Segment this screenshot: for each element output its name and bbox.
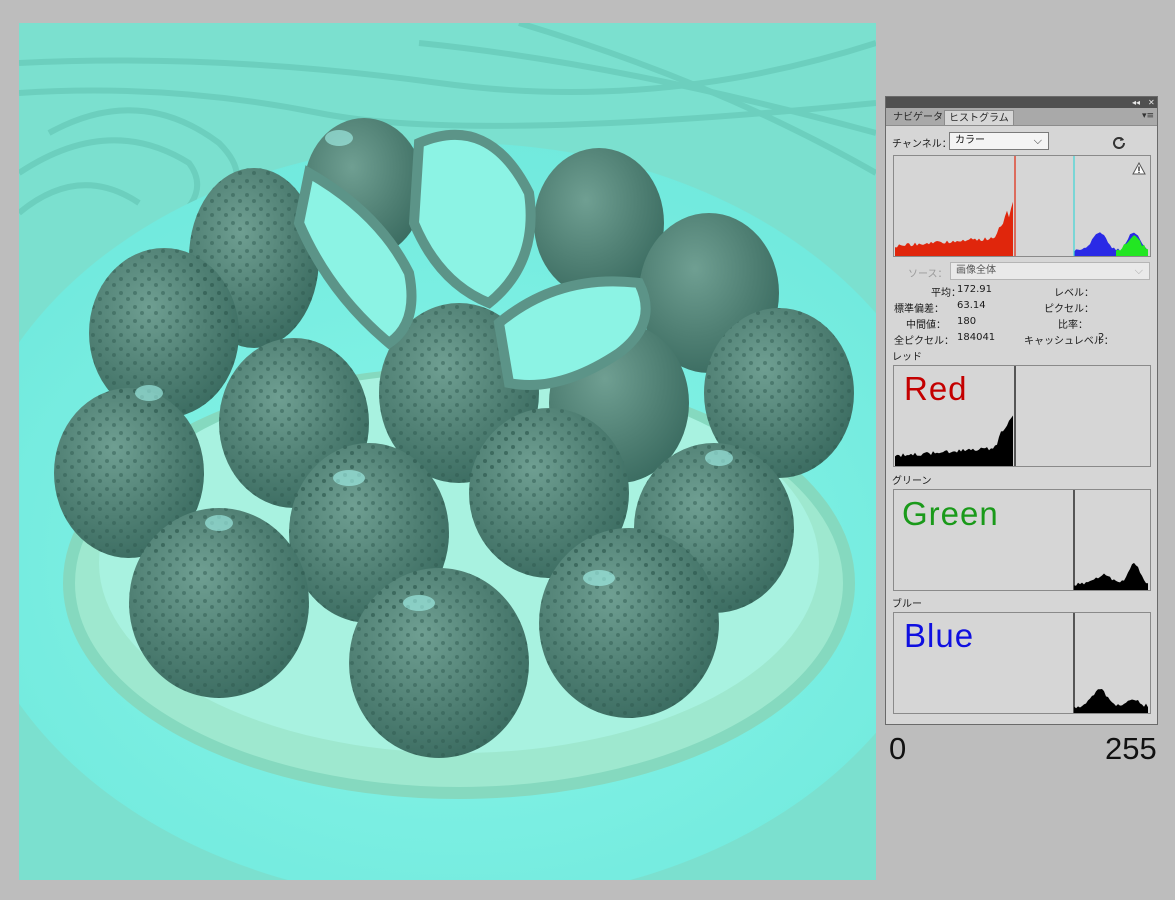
composite-green-area — [1116, 235, 1148, 256]
channel-select[interactable]: カラー ⌵ — [949, 132, 1049, 150]
median-label: 中間値： — [906, 316, 946, 331]
source-label: ソース： — [908, 265, 948, 280]
red-histogram: Red — [893, 365, 1151, 467]
strawberry-tart-photo — [19, 23, 876, 880]
scale-min-label: 0 — [889, 731, 906, 767]
panel-titlebar[interactable]: ◂◂ ✕ — [886, 97, 1157, 108]
green-histogram: Green — [893, 489, 1151, 591]
collapse-icon[interactable]: ◂◂ — [1132, 97, 1140, 108]
channel-select-value: カラー — [955, 135, 985, 146]
source-select[interactable]: 画像全体 ⌵ — [950, 262, 1150, 280]
panel-tab-row: ナビゲータ ヒストグラム ▾≡ — [886, 108, 1157, 126]
green-histogram-area — [1074, 563, 1148, 590]
green-channel-heading: グリーン — [892, 472, 932, 487]
source-select-value: 画像全体 — [956, 265, 996, 276]
tab-navigator[interactable]: ナビゲータ — [889, 110, 947, 125]
composite-histogram-graph — [894, 156, 1150, 256]
stddev-label: 標準偏差： — [894, 300, 944, 315]
blue-histogram: Blue — [893, 612, 1151, 714]
chevron-down-icon: ⌵ — [1034, 133, 1042, 149]
level-label: レベル： — [1054, 284, 1094, 299]
blue-histogram-area — [1074, 689, 1148, 713]
warning-icon[interactable] — [1132, 162, 1146, 175]
panel-menu-icon[interactable]: ▾≡ — [1142, 111, 1154, 121]
blue-channel-heading: ブルー — [892, 595, 922, 610]
blue-overlay-label: Blue — [904, 617, 974, 655]
chevron-down-icon: ⌵ — [1135, 263, 1143, 279]
mean-value: 172.91 — [957, 284, 992, 295]
histogram-panel: ◂◂ ✕ ナビゲータ ヒストグラム ▾≡ チャンネル： カラー ⌵ ソース： 画… — [885, 96, 1158, 725]
red-histogram-area — [895, 415, 1013, 466]
red-overlay-label: Red — [904, 370, 968, 408]
composite-red-area — [895, 202, 1013, 256]
stddev-value: 63.14 — [957, 300, 986, 311]
refresh-icon[interactable] — [1112, 135, 1126, 149]
pixel-count-label: ピクセル： — [1044, 300, 1094, 315]
green-overlay-label: Green — [902, 495, 999, 533]
scale-max-label: 255 — [1105, 731, 1157, 767]
red-channel-heading: レッド — [892, 348, 922, 363]
pixels-value: 184041 — [957, 332, 995, 343]
image-canvas[interactable] — [19, 23, 876, 880]
composite-histogram — [893, 155, 1151, 257]
pixels-label: 全ピクセル： — [894, 332, 954, 347]
percentile-label: 比率： — [1058, 316, 1088, 331]
tab-histogram[interactable]: ヒストグラム — [944, 110, 1014, 125]
cache-level-value: 2 — [1098, 332, 1104, 343]
median-value: 180 — [957, 316, 976, 327]
close-icon[interactable]: ✕ — [1148, 97, 1155, 108]
channel-label: チャンネル： — [892, 135, 952, 150]
